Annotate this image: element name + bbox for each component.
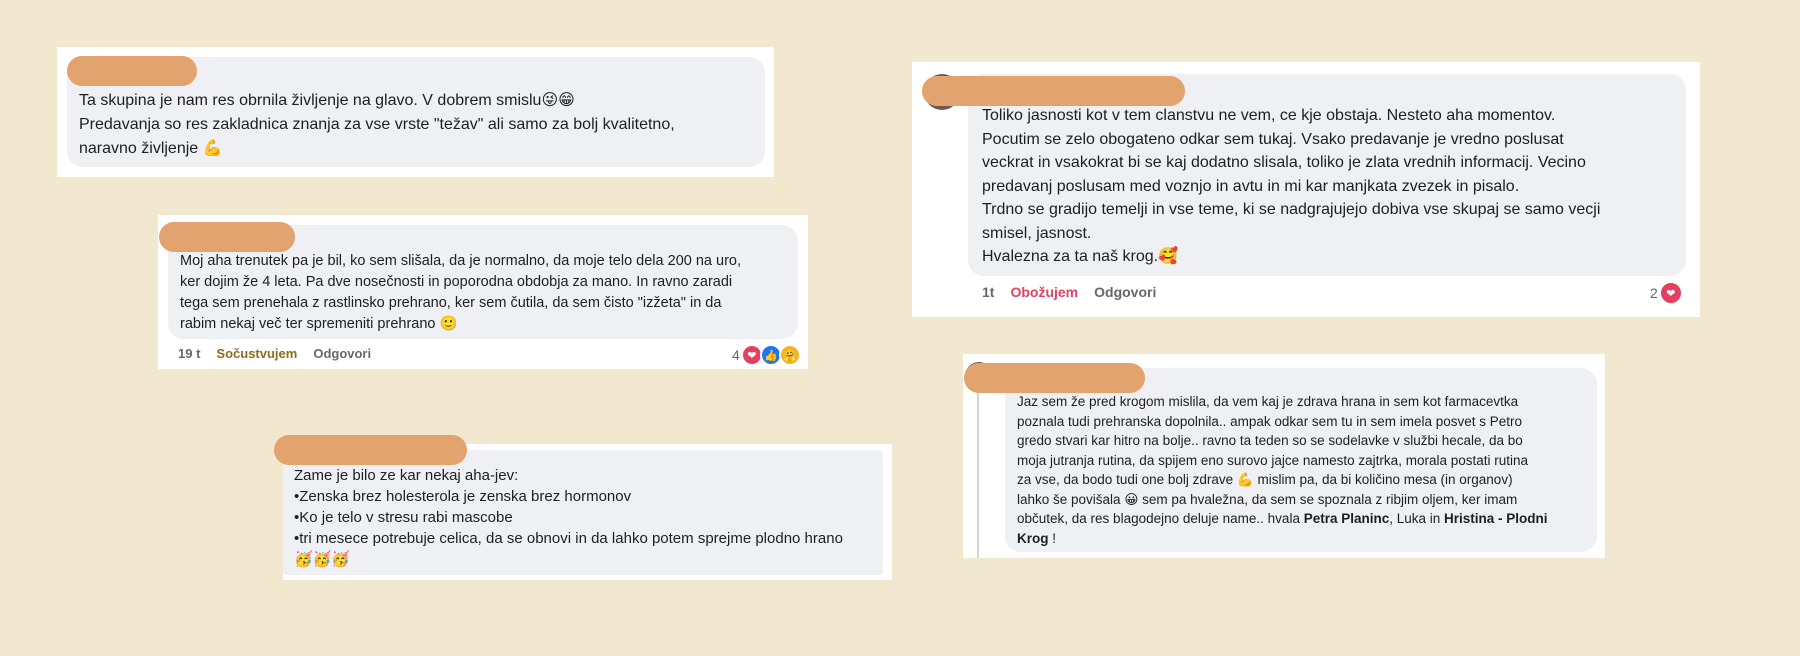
- comment-text-line: •Zenska brez holesterola je zenska brez …: [294, 488, 632, 505]
- comment-text-line: poznala tudi prehranska dopolnila.. ampa…: [1017, 413, 1523, 429]
- comment-text-line: Pocutim se zelo obogateno odkar sem tuka…: [982, 130, 1564, 148]
- reaction-count: 2: [1650, 285, 1658, 301]
- redacted-author-name[interactable]: [964, 363, 1145, 393]
- comment-text-line: Moj aha trenutek pa je bil, ko sem sliša…: [180, 253, 741, 269]
- comment-time[interactable]: 19 t: [178, 346, 200, 361]
- comment-text-line: 🥳🥳🥳: [294, 551, 351, 568]
- comment-text-line: tega sem prenehala z rastlinsko prehrano…: [180, 295, 722, 311]
- comment-card-2: Moj aha trenutek pa je bil, ko sem sliša…: [158, 215, 808, 369]
- comment-card-3: Zame je bilo ze kar nekaj aha-jev: •Zens…: [274, 435, 892, 580]
- redacted-author-name[interactable]: [67, 56, 197, 86]
- comment-text-line: veckrat in vsakokrat bi se kaj dodatno s…: [982, 154, 1586, 171]
- comment-text-segment: !: [1048, 530, 1057, 546]
- comment-bubble: Jaz sem že pred krogom mislila, da vem k…: [1005, 368, 1597, 552]
- redacted-author-name[interactable]: [159, 222, 295, 252]
- comment-text-line: Predavanja so res zakladnica znanja za v…: [79, 116, 675, 133]
- comment-text-line: Zame je bilo ze kar nekaj aha-jev:: [294, 467, 519, 484]
- comment-card-1: Ta skupina je nam res obrnila življenje …: [57, 47, 774, 177]
- comment-text-line: moja jutranja rutina, da spijem eno suro…: [1017, 452, 1529, 468]
- mention-link[interactable]: Krog: [1017, 531, 1049, 546]
- reaction-count: 4: [732, 347, 740, 363]
- comment-text-line: Hvalezna za ta naš krog.🥰: [982, 248, 1179, 265]
- thread-line: [977, 390, 979, 558]
- comment-text-line: smisel, jasnost.: [982, 224, 1092, 242]
- comment-text-line: •tri mesece potrebuje celica, da se obno…: [294, 530, 843, 547]
- comment-card-5: Jaz sem že pred krogom mislila, da vem k…: [963, 354, 1605, 558]
- comment-text-line: predavanj poslusam med voznjo in avtu in…: [982, 177, 1520, 195]
- comment-actions: 1t Obožujem Odgovori: [982, 284, 1172, 300]
- reaction-button[interactable]: Sočustvujem: [216, 346, 297, 361]
- comment-text-line: lahko še povišala 😀 sem pa hvaležna, da …: [1017, 491, 1518, 507]
- reply-button[interactable]: Odgovori: [313, 346, 371, 361]
- comment-text-line: •Ko je telo v stresu rabi mascobe: [294, 509, 513, 526]
- care-react-icon: 🤗: [778, 344, 801, 366]
- comment-text-line: Jaz sem že pred krogom mislila, da vem k…: [1017, 394, 1519, 409]
- comment-actions: 19 t Sočustvujem Odgovori: [178, 346, 387, 361]
- comment-text-line: naravno življenje 💪: [79, 140, 223, 157]
- redacted-author-name[interactable]: [922, 76, 1185, 106]
- comment-text-segment: občutek, da res blagodejno deluje name..…: [1017, 511, 1304, 526]
- comment-bubble: Zame je bilo ze kar nekaj aha-jev: •Zens…: [283, 450, 883, 575]
- reaction-summary[interactable]: 2 ❤: [1650, 281, 1683, 305]
- comment-text-segment: , Luka in: [1389, 511, 1445, 526]
- comment-card-4: Toliko jasnosti kot v tem clanstvu ne ve…: [912, 62, 1700, 317]
- comment-text-line: občutek, da res blagodejno deluje name..…: [1017, 509, 1548, 529]
- comment-text-line: gredo stvari kar hitro na bolje.. ravno …: [1017, 433, 1523, 448]
- redacted-author-name[interactable]: [274, 435, 467, 465]
- reply-button[interactable]: Odgovori: [1094, 284, 1156, 300]
- comment-text-line: Toliko jasnosti kot v tem clanstvu ne ve…: [982, 107, 1556, 124]
- comment-text-line: ker dojim že 4 leta. Pa dve nosečnosti i…: [180, 274, 733, 290]
- comment-text-line: Trdno se gradijo temelji in vse teme, ki…: [982, 201, 1601, 218]
- mention-link[interactable]: Hristina - Plodni: [1444, 511, 1548, 526]
- mention-link[interactable]: Petra Planinc: [1304, 511, 1390, 526]
- comment-time[interactable]: 1t: [982, 284, 994, 300]
- heart-react-icon: ❤: [1658, 281, 1683, 305]
- reaction-button[interactable]: Obožujem: [1010, 284, 1078, 300]
- reaction-summary[interactable]: 4 ❤ 👍 🤗: [732, 344, 801, 366]
- comment-text-line: rabim nekaj več ter spremeniti prehrano …: [180, 316, 458, 332]
- comment-text-line: Ta skupina je nam res obrnila življenje …: [79, 92, 575, 109]
- comment-text-line: Krog !: [1017, 529, 1548, 549]
- comment-text-line: za vse, da bodo tudi one bolj zdrave 💪 m…: [1017, 472, 1513, 487]
